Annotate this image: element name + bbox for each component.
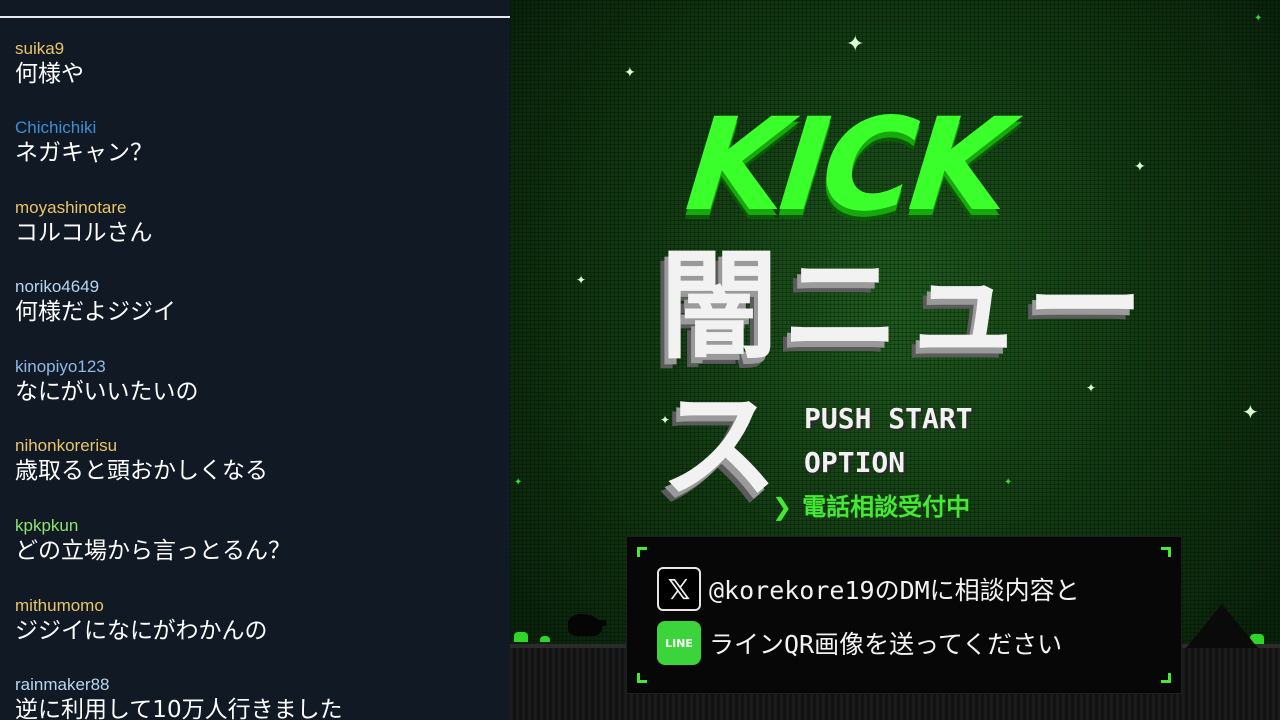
- menu-push-start: PUSH START: [804, 402, 973, 435]
- chat-username[interactable]: mithumomo: [15, 596, 495, 616]
- bush-icon: [514, 632, 528, 642]
- star-icon: ✦: [846, 32, 865, 57]
- chat-text: どの立場から言っとるん？: [15, 538, 291, 564]
- chat-username[interactable]: Chichichiki: [15, 118, 495, 138]
- dm-row-x: 𝕏 @korekore19のDMに相談内容と: [657, 567, 1080, 611]
- frame-corner: [1161, 547, 1171, 557]
- frame-corner: [637, 673, 647, 683]
- chat-message: nihonkorerisu 歳取ると頭おかしくなる: [15, 436, 495, 486]
- chat-text: なにがいいたいの: [15, 379, 199, 405]
- stream-video[interactable]: ✦ ✦ ✦ ✦ ✦ ✦ ✦ ✦ ✦ ✦ KICK 闇ニュース PUSH STAR…: [510, 0, 1280, 720]
- dm-info-box: 𝕏 @korekore19のDMに相談内容と LINE ラインQR画像を送ってく…: [626, 536, 1182, 694]
- star-icon: ✦: [1242, 400, 1259, 424]
- chat-message: moyashinotare コルコルさん: [15, 198, 495, 248]
- star-icon: ✦: [1086, 381, 1097, 395]
- chat-message: suika9 何様や: [15, 39, 495, 89]
- star-icon: ✦: [1134, 159, 1146, 175]
- chat-text: 歳取ると頭おかしくなる: [15, 458, 268, 484]
- frame-corner: [637, 547, 647, 557]
- chat-divider: [0, 16, 510, 18]
- dm-instruction-1: @korekore19のDMに相談内容と: [709, 576, 1080, 605]
- game-title: 闇ニュース: [660, 237, 1149, 515]
- chat-text: コルコルさん: [15, 220, 153, 246]
- chat-text: 何様だよジジイ: [15, 299, 176, 325]
- chat-message: Chichichiki ネガキャン？: [15, 118, 495, 168]
- chat-username[interactable]: suika9: [15, 39, 495, 59]
- kick-logo: KICK: [680, 91, 1012, 240]
- crow-icon: [568, 614, 606, 636]
- chat-username[interactable]: kinopiyo123: [15, 357, 495, 377]
- mountain-icon: [1186, 604, 1258, 648]
- star-icon: ✦: [1254, 13, 1263, 24]
- dm-row-line: LINE ラインQR画像を送ってください: [657, 621, 1062, 665]
- chat-text: 逆に利用して10万人行きました: [15, 697, 343, 720]
- line-app-icon: LINE: [657, 621, 701, 665]
- star-icon: ✦: [1004, 477, 1013, 488]
- chat-username[interactable]: noriko4649: [15, 277, 495, 297]
- chat-message: rainmaker88 逆に利用して10万人行きました: [15, 675, 495, 720]
- cursor-arrow-icon: ❯: [772, 493, 793, 521]
- chat-text: ネガキャン？: [15, 140, 153, 166]
- chat-username[interactable]: moyashinotare: [15, 198, 495, 218]
- star-icon: ✦: [624, 65, 636, 81]
- chat-message: noriko4649 何様だよジジイ: [15, 277, 495, 327]
- chat-message: kinopiyo123 なにがいいたいの: [15, 357, 495, 407]
- star-icon: ✦: [576, 273, 587, 287]
- bush-icon: [540, 636, 550, 642]
- chat-message: kpkpkun どの立場から言っとるん？: [15, 516, 495, 566]
- menu-consult-label: 電話相談受付中: [802, 493, 971, 521]
- frame-corner: [1161, 673, 1171, 683]
- chat-username[interactable]: nihonkorerisu: [15, 436, 495, 456]
- chat-text: ジジイになにがわかんの: [15, 618, 268, 644]
- star-icon: ✦: [514, 477, 523, 488]
- chat-username[interactable]: rainmaker88: [15, 675, 495, 695]
- chat-panel: suika9 何様や Chichichiki ネガキャン？ moyashinot…: [0, 0, 510, 720]
- dm-instruction-2: ラインQR画像を送ってください: [709, 630, 1063, 659]
- menu-consult: ❯ 電話相談受付中: [772, 490, 970, 524]
- chat-username[interactable]: kpkpkun: [15, 516, 495, 536]
- chat-text: 何様や: [15, 61, 84, 87]
- menu-option: OPTION: [804, 446, 906, 479]
- x-logo-icon: 𝕏: [657, 567, 701, 611]
- chat-message: mithumomo ジジイになにがわかんの: [15, 596, 495, 646]
